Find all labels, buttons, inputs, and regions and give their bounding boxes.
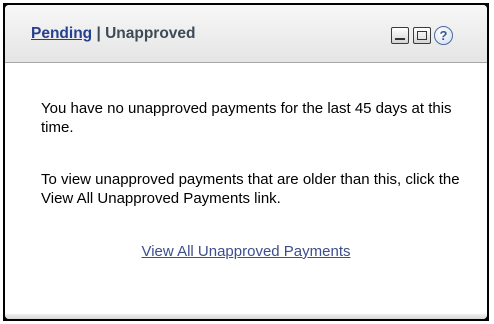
maximize-icon[interactable]	[413, 27, 431, 44]
widget-title: Pending | Unapproved	[31, 25, 196, 43]
help-icon[interactable]: ?	[434, 26, 453, 45]
unapproved-tab-label: Unapproved	[105, 25, 196, 42]
pending-tab-link[interactable]: Pending	[31, 25, 92, 42]
no-payments-message: You have no unapproved payments for the …	[41, 100, 452, 136]
view-older-instruction: To view unapproved payments that are old…	[41, 171, 460, 207]
widget-footer	[5, 314, 487, 319]
widget-header: Pending | Unapproved ?	[5, 5, 487, 63]
widget-frame: Pending | Unapproved ? You have no unapp…	[3, 3, 489, 321]
minimize-icon[interactable]	[391, 27, 409, 44]
title-separator: |	[92, 25, 106, 42]
view-all-unapproved-payments-link[interactable]: View All Unapproved Payments	[5, 243, 487, 260]
unapproved-payments-widget: Pending | Unapproved ? You have no unapp…	[5, 5, 487, 319]
